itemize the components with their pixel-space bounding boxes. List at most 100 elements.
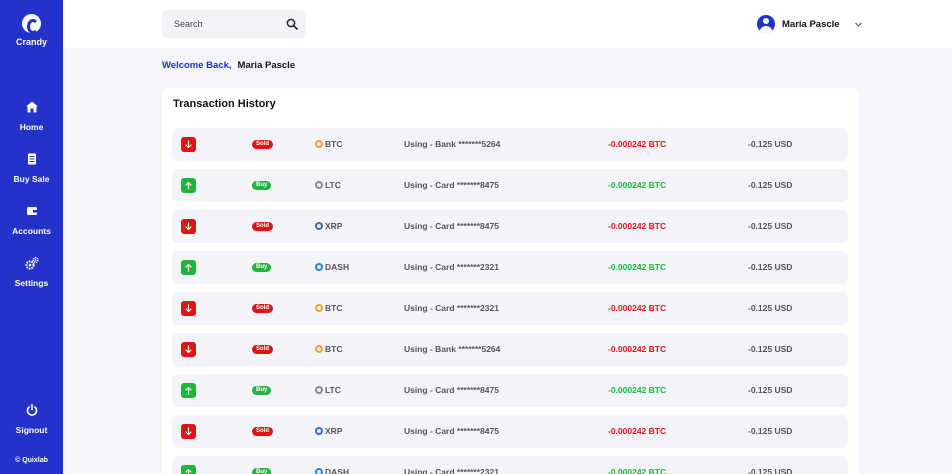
top-bar: Maria Pascle bbox=[63, 0, 952, 48]
coin-code: BTC bbox=[325, 139, 343, 149]
usd-amount: -0.125 USD bbox=[748, 385, 793, 395]
table-row[interactable]: Sold XRP Using - Card *******8475 -0.000242… bbox=[172, 210, 848, 243]
coin-code: XRP bbox=[325, 426, 343, 436]
crypto-amount: -0.000242 BTC bbox=[608, 467, 667, 474]
xrp-coin-icon bbox=[315, 222, 323, 230]
copyright-text: © Quixlab bbox=[15, 457, 48, 464]
coin: LTC bbox=[315, 180, 341, 190]
arrow-up-icon bbox=[181, 260, 196, 275]
type-badge: Buy bbox=[252, 468, 272, 474]
table-row[interactable]: Buy LTC Using - Card *******8475 -0.000242 … bbox=[172, 374, 848, 407]
table-row[interactable]: Buy DASH Using - Card *******2321 -0.000242… bbox=[172, 251, 848, 284]
receipt-icon bbox=[27, 153, 36, 165]
coin: DASH bbox=[315, 262, 349, 272]
type-badge: Sold bbox=[252, 345, 273, 354]
payment-method: Using - Card *******8475 bbox=[404, 426, 499, 436]
search-input[interactable] bbox=[162, 10, 282, 38]
sidebar-item-settings[interactable]: Settings bbox=[0, 256, 63, 291]
usd-amount: -0.125 USD bbox=[748, 180, 793, 190]
dash-coin-icon bbox=[315, 263, 323, 271]
wallet-icon bbox=[26, 207, 37, 215]
coin: BTC bbox=[315, 139, 342, 149]
table-row[interactable]: Sold BTC Using - Bank *******5264 -0.000242… bbox=[172, 128, 848, 161]
crypto-amount: -0.000242 BTC bbox=[608, 344, 667, 354]
ltc-coin-icon bbox=[315, 181, 323, 189]
arrow-down-icon bbox=[181, 424, 196, 439]
payment-method: Using - Card *******8475 bbox=[404, 180, 499, 190]
arrow-up-icon bbox=[181, 465, 196, 474]
crypto-amount: -0.000242 BTC bbox=[608, 221, 667, 231]
coin-code: DASH bbox=[325, 467, 350, 474]
table-row[interactable]: Sold BTC Using - Card *******2321 -0.000242… bbox=[172, 292, 848, 325]
type-badge: Sold bbox=[252, 140, 273, 149]
power-icon bbox=[26, 403, 37, 416]
table-row[interactable]: Buy LTC Using - Card *******8475 -0.000242 … bbox=[172, 169, 848, 202]
coin-code: BTC bbox=[325, 303, 343, 313]
search-icon[interactable] bbox=[286, 18, 298, 30]
card-title: Transaction History bbox=[173, 98, 276, 110]
coin: DASH bbox=[315, 467, 349, 474]
table-row[interactable]: Sold XRP Using - Card *******8475 -0.000242… bbox=[172, 415, 848, 448]
type-badge: Sold bbox=[252, 222, 273, 231]
sidebar-item-home[interactable]: Home bbox=[0, 100, 63, 135]
crypto-amount: -0.000242 BTC bbox=[608, 426, 667, 436]
usd-amount: -0.125 USD bbox=[748, 139, 793, 149]
sidebar-item-label: Home bbox=[19, 122, 44, 132]
brand-logo-icon bbox=[22, 14, 41, 34]
usd-amount: -0.125 USD bbox=[748, 344, 793, 354]
btc-coin-icon bbox=[315, 304, 323, 312]
usd-amount: -0.125 USD bbox=[748, 221, 793, 231]
usd-amount: -0.125 USD bbox=[748, 262, 793, 272]
welcome-name: Maria Pascle bbox=[237, 60, 296, 71]
sidebar-item-accounts[interactable]: Accounts bbox=[0, 204, 63, 239]
coin-code: XRP bbox=[325, 221, 343, 231]
sidebar-item-label: Accounts bbox=[12, 226, 51, 236]
type-badge: Buy bbox=[252, 181, 272, 190]
coin-code: LTC bbox=[325, 385, 341, 395]
payment-method: Using - Bank *******5264 bbox=[404, 344, 501, 354]
coin-code: DASH bbox=[325, 262, 350, 272]
payment-method: Using - Card *******2321 bbox=[404, 303, 499, 313]
arrow-down-icon bbox=[181, 342, 196, 357]
gears-icon bbox=[24, 256, 39, 270]
crypto-amount: -0.000242 BTC bbox=[608, 262, 667, 272]
user-menu[interactable]: Maria Pascle bbox=[757, 14, 863, 34]
btc-coin-icon bbox=[315, 140, 323, 148]
type-badge: Buy bbox=[252, 386, 272, 395]
arrow-up-icon bbox=[181, 178, 196, 193]
home-icon bbox=[25, 101, 38, 113]
payment-method: Using - Card *******2321 bbox=[404, 467, 499, 474]
crypto-amount: -0.000242 BTC bbox=[608, 303, 667, 313]
payment-method: Using - Card *******8475 bbox=[404, 385, 499, 395]
welcome-message: Welcome Back, Maria Pascle bbox=[162, 60, 295, 71]
user-name: Maria Pascle bbox=[782, 18, 840, 30]
sidebar-item-label: Settings bbox=[14, 278, 49, 288]
ltc-coin-icon bbox=[315, 386, 323, 394]
chevron-down-icon[interactable] bbox=[854, 20, 863, 29]
table-row[interactable]: Buy DASH Using - Card *******2321 -0.000242… bbox=[172, 456, 848, 474]
coin: BTC bbox=[315, 344, 342, 354]
type-badge: Sold bbox=[252, 427, 273, 436]
crypto-amount: -0.000242 BTC bbox=[608, 180, 667, 190]
crypto-amount: -0.000242 BTC bbox=[608, 139, 667, 149]
arrow-down-icon bbox=[181, 137, 196, 152]
sidebar-item-label: Buy Sale bbox=[13, 174, 50, 184]
signout-button[interactable]: Signout bbox=[0, 403, 63, 438]
coin: XRP bbox=[315, 221, 342, 231]
dash-coin-icon bbox=[315, 468, 323, 474]
usd-amount: -0.125 USD bbox=[748, 467, 793, 474]
payment-method: Using - Bank *******5264 bbox=[404, 139, 501, 149]
usd-amount: -0.125 USD bbox=[748, 303, 793, 313]
sidebar-item-buy-sale[interactable]: Buy Sale bbox=[0, 152, 63, 187]
crypto-amount: -0.000242 BTC bbox=[608, 385, 667, 395]
type-badge: Buy bbox=[252, 263, 272, 272]
xrp-coin-icon bbox=[315, 427, 323, 435]
arrow-down-icon bbox=[181, 219, 196, 234]
type-badge: Sold bbox=[252, 304, 273, 313]
table-row[interactable]: Sold BTC Using - Bank *******5264 -0.000242… bbox=[172, 333, 848, 366]
brand[interactable]: Crandy bbox=[0, 14, 63, 47]
search-box bbox=[162, 10, 306, 38]
transaction-history-card: Transaction History Sold BTC Using - Bank … bbox=[162, 88, 859, 474]
coin: LTC bbox=[315, 385, 341, 395]
brand-name: Crandy bbox=[15, 37, 47, 47]
